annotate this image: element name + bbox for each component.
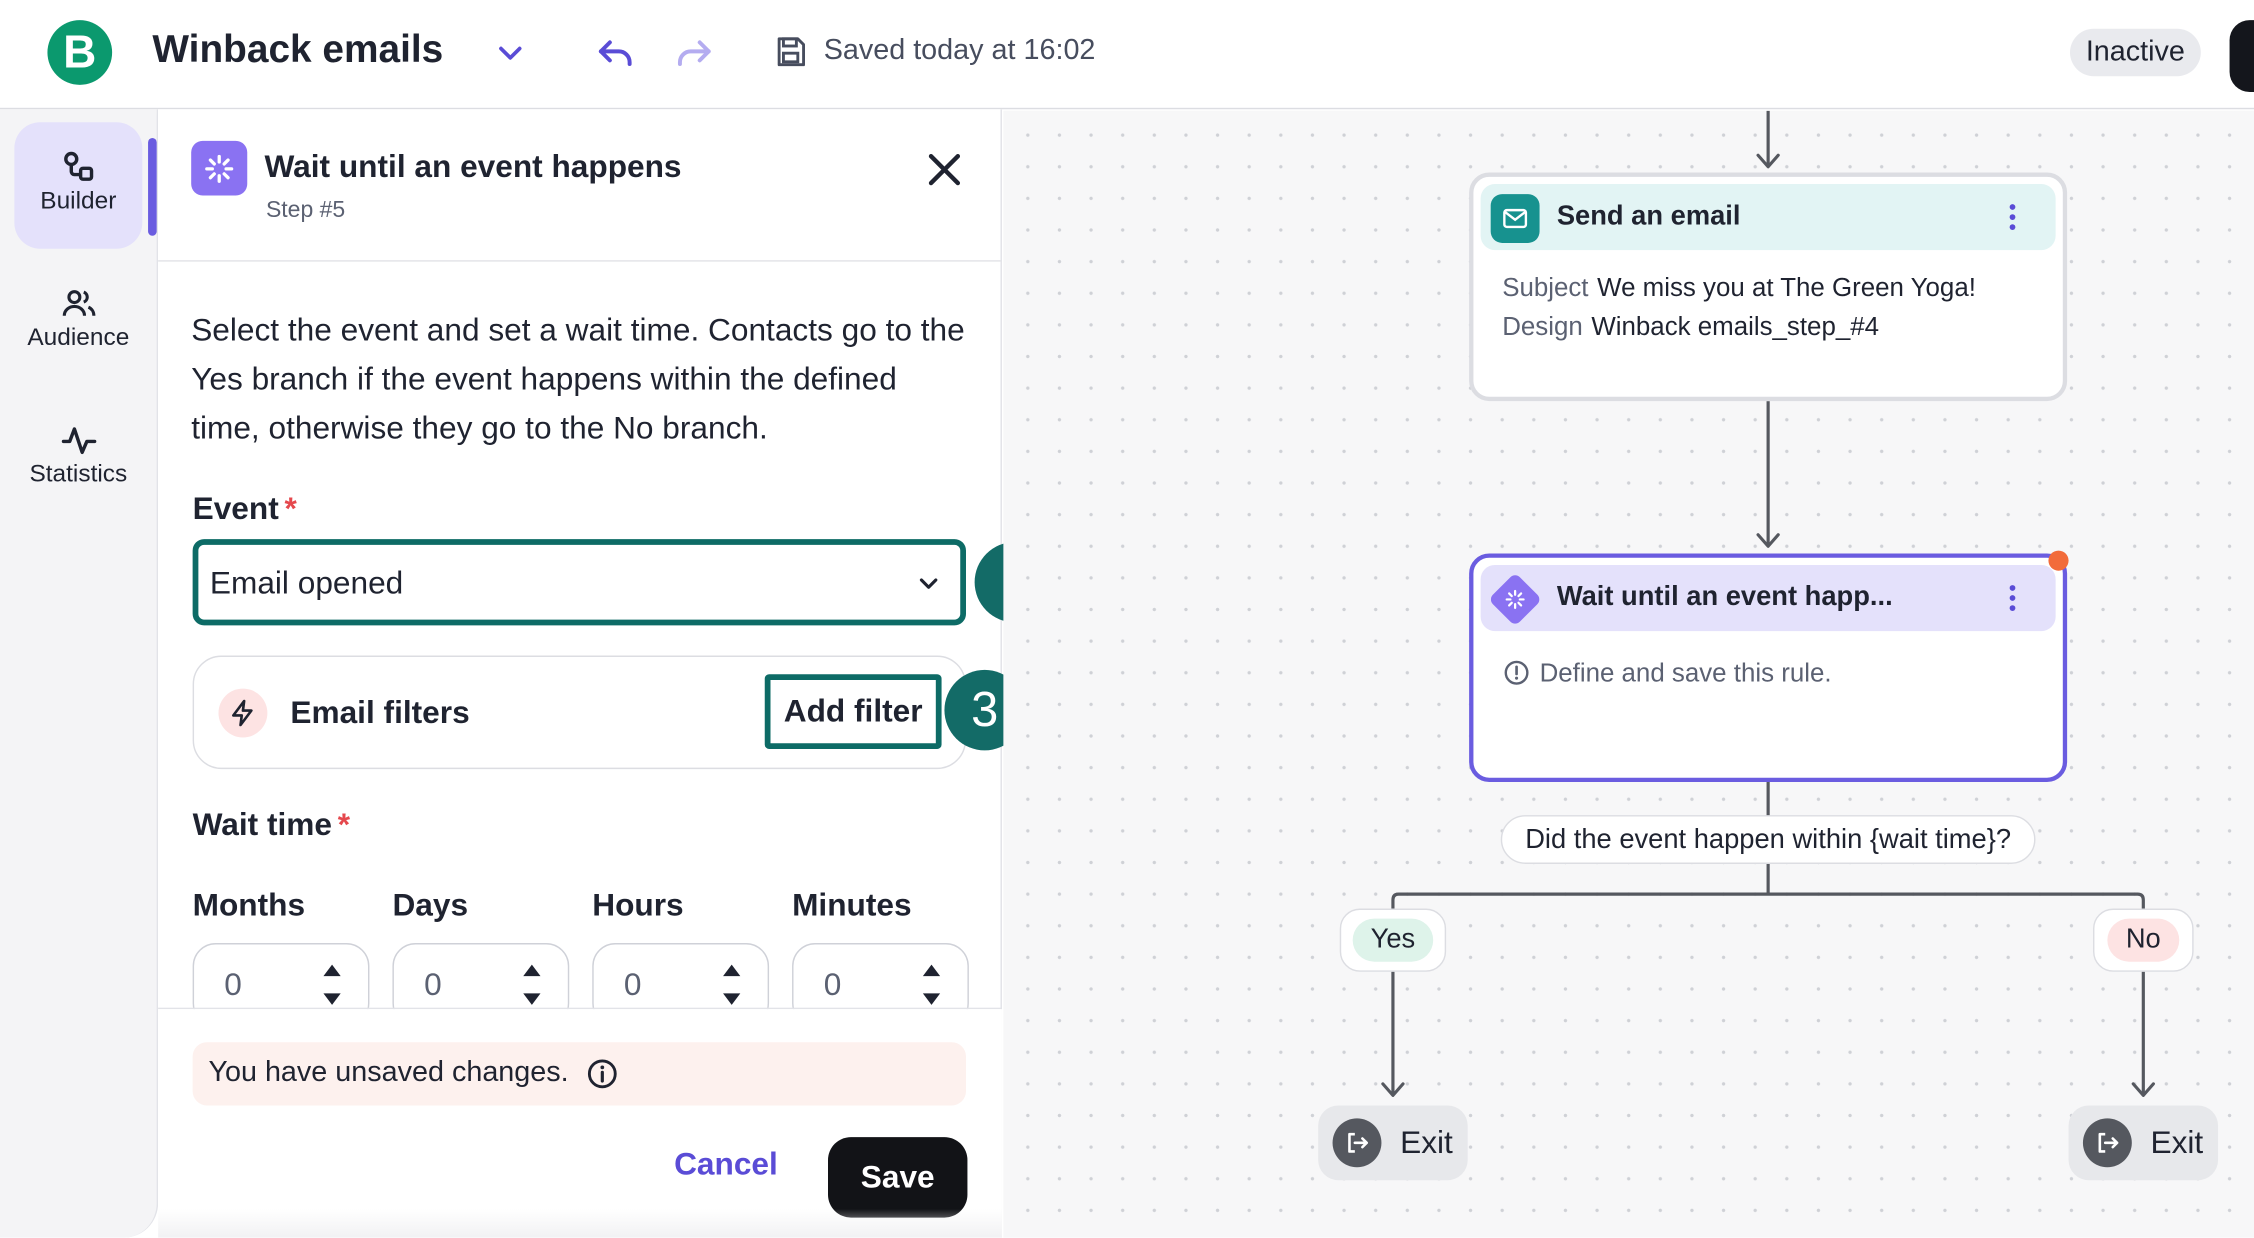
wait-time-label-text: Wait time <box>192 806 333 843</box>
exit-node-no[interactable]: Exit <box>2068 1105 2219 1181</box>
alert-circle-icon <box>1504 660 1529 685</box>
spin-arrows-icon[interactable] <box>917 959 946 1011</box>
sidebar-item-label: Builder <box>40 186 117 215</box>
redo-icon[interactable] <box>673 32 716 75</box>
spin-arrows-icon[interactable] <box>318 959 347 1011</box>
error-dot <box>2048 550 2069 571</box>
node-header: Send an email <box>1480 184 2056 251</box>
design-key: Design <box>1502 311 1583 341</box>
wait-event-icon <box>1488 572 1543 627</box>
exit-icon <box>1332 1118 1382 1168</box>
days-value: 0 <box>424 966 442 1002</box>
wait-event-node[interactable]: Wait until an event happ... Define and s… <box>1469 553 2068 782</box>
add-filter-button[interactable]: Add filter <box>764 674 942 749</box>
unsaved-changes-text: You have unsaved changes. <box>208 1056 569 1089</box>
status-badge: Inactive <box>2070 28 2201 77</box>
months-value: 0 <box>224 966 242 1002</box>
email-design-row: Design Winback emails_step_#4 <box>1502 312 1879 342</box>
panel-description: Select the event and set a wait time. Co… <box>191 311 965 446</box>
divider <box>158 260 1002 262</box>
more-options-icon[interactable] <box>1998 582 2027 614</box>
lightning-icon <box>218 688 268 738</box>
cancel-button[interactable]: Cancel <box>647 1124 805 1205</box>
event-field-label: Event * <box>193 490 297 527</box>
required-mark: * <box>337 806 351 843</box>
envelope-icon <box>1490 194 1540 243</box>
statistics-icon <box>61 427 97 455</box>
spin-arrows-icon[interactable] <box>518 959 547 1011</box>
minutes-value: 0 <box>823 966 842 1002</box>
event-select[interactable]: Email opened <box>192 539 966 626</box>
panel-footer: You have unsaved changes. Cancel Save <box>158 1009 1002 1238</box>
required-mark: * <box>284 490 297 527</box>
node-title: Wait until an event happ... <box>1556 582 1893 613</box>
step-settings-panel: Wait until an event happens Step #5 Sele… <box>158 109 1056 1238</box>
email-filters-label: Email filters <box>290 694 470 731</box>
condition-label: Did the event happen within {wait time}? <box>1500 815 2036 864</box>
sidebar-item-statistics[interactable]: Statistics <box>14 395 142 522</box>
subject-key: Subject <box>1502 273 1589 302</box>
activate-button[interactable] <box>2229 20 2254 92</box>
subject-value: We miss you at The Green Yoga! <box>1597 273 1976 302</box>
minutes-label: Minutes <box>792 886 912 923</box>
send-email-node[interactable]: Send an email Subject We miss you at The … <box>1469 172 2068 402</box>
rule-warning-text: Define and save this rule. <box>1539 658 1832 688</box>
sidebar-item-label: Audience <box>27 323 130 351</box>
save-icon <box>777 37 805 67</box>
months-label: Months <box>192 886 306 923</box>
sidebar-item-label: Statistics <box>29 460 128 488</box>
hours-label: Hours <box>592 886 684 923</box>
audience-icon <box>62 290 96 316</box>
days-label: Days <box>392 886 469 923</box>
workflow-title[interactable]: Winback emails <box>152 27 443 72</box>
panel-bottom-fade <box>158 1208 1002 1238</box>
design-value: Winback emails_step_#4 <box>1591 311 1880 341</box>
no-label-text: No <box>2107 918 2180 962</box>
top-bar: B Winback emails Saved today at 16:02 In… <box>0 0 2254 110</box>
chevron-down-icon <box>919 578 938 589</box>
sidebar: Builder Audience Statistics <box>0 109 159 1238</box>
email-filters-card: Email filters Add filter <box>192 655 966 770</box>
chevron-down-icon[interactable] <box>492 35 529 72</box>
hours-value: 0 <box>623 966 642 1002</box>
brand-logo[interactable]: B <box>47 20 113 85</box>
node-title: Send an email <box>1556 201 1741 232</box>
yes-branch-label[interactable]: Yes <box>1339 908 1447 972</box>
workflow-canvas[interactable]: Send an email Subject We miss you at The … <box>1003 110 2254 1238</box>
save-button[interactable]: Save <box>828 1137 968 1218</box>
node-header: Wait until an event happ... <box>1480 564 2056 632</box>
no-branch-label[interactable]: No <box>2093 908 2194 972</box>
yes-label-text: Yes <box>1352 918 1434 962</box>
active-indicator <box>148 138 157 236</box>
info-icon[interactable] <box>585 1057 620 1092</box>
exit-node-yes[interactable]: Exit <box>1318 1105 1468 1181</box>
sidebar-item-audience[interactable]: Audience <box>14 259 142 386</box>
exit-icon <box>2082 1118 2132 1168</box>
exit-label: Exit <box>2150 1124 2204 1161</box>
unsaved-changes-banner: You have unsaved changes. <box>192 1042 966 1106</box>
rule-warning: Define and save this rule. <box>1502 658 1832 688</box>
spin-arrows-icon[interactable] <box>717 959 746 1011</box>
builder-icon <box>64 151 94 181</box>
saved-status-text: Saved today at 16:02 <box>823 34 1096 67</box>
wait-event-icon <box>191 140 248 196</box>
step-number: Step #5 <box>265 198 346 223</box>
wait-time-label: Wait time * <box>193 806 350 843</box>
event-select-value: Email opened <box>209 564 404 601</box>
sidebar-item-builder[interactable]: Builder <box>14 122 143 249</box>
panel-title: Wait until an event happens <box>264 148 682 184</box>
exit-label: Exit <box>1400 1124 1453 1161</box>
close-icon[interactable] <box>924 150 964 190</box>
event-label-text: Event <box>192 490 279 527</box>
more-options-icon[interactable] <box>1998 201 2027 233</box>
undo-icon[interactable] <box>594 32 637 75</box>
email-subject-row: Subject We miss you at The Green Yoga! <box>1502 273 1976 303</box>
